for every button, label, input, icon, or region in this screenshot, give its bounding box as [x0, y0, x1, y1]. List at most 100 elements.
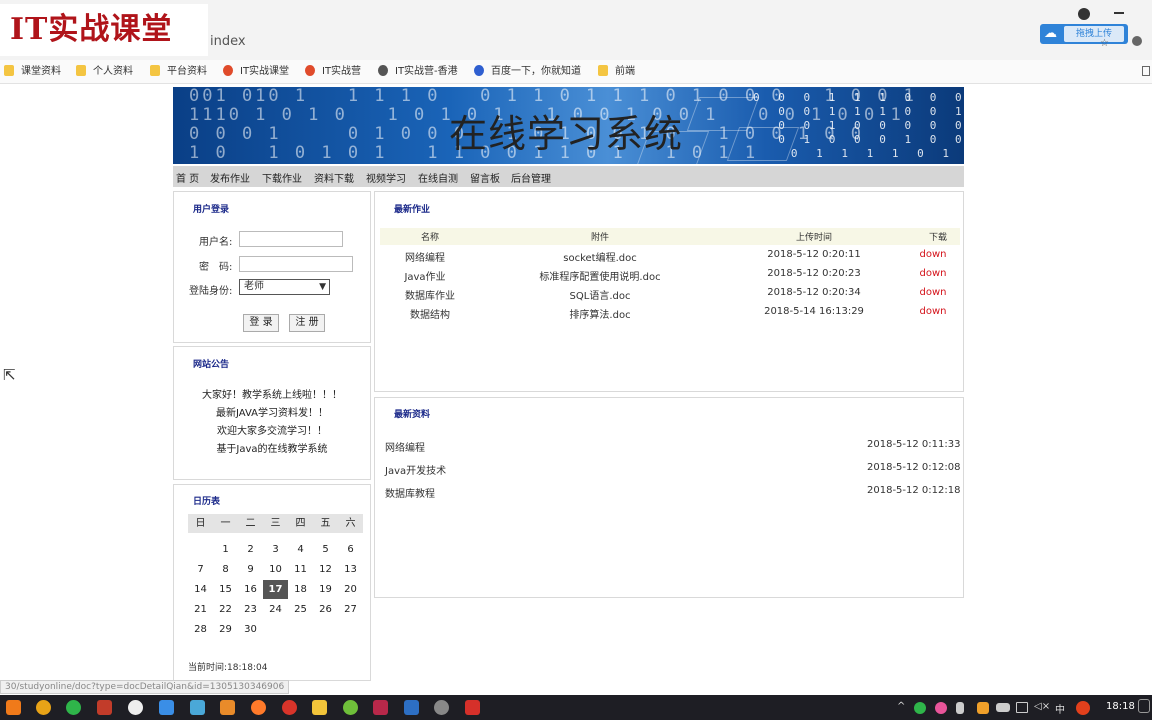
login-button[interactable]: 登 录: [243, 314, 279, 332]
calendar-day[interactable]: 7: [188, 560, 213, 579]
app-icon[interactable]: [343, 700, 358, 715]
homework-file-link[interactable]: socket编程.doc: [510, 249, 690, 264]
username-input[interactable]: [239, 231, 343, 247]
sogou-icon[interactable]: [1076, 701, 1090, 715]
calendar-day[interactable]: 11: [288, 560, 313, 579]
calendar-day[interactable]: 29: [213, 620, 238, 639]
mouse-cursor-icon: ⇱: [3, 366, 16, 384]
app-icon[interactable]: [97, 700, 112, 715]
bookmark-item[interactable]: 平台资料: [150, 64, 207, 80]
window-menu-icon[interactable]: [1078, 8, 1090, 20]
app-icon[interactable]: [373, 700, 388, 715]
download-link[interactable]: down: [913, 287, 953, 298]
calendar-day[interactable]: 4: [288, 540, 313, 559]
material-link[interactable]: Java开发技术: [385, 462, 446, 477]
nav-message-board[interactable]: 留言板: [470, 170, 500, 185]
minimize-icon[interactable]: [1114, 12, 1124, 14]
calendar-day[interactable]: 23: [238, 600, 263, 619]
bookmark-item[interactable]: 课堂资料: [4, 64, 61, 80]
nav-download-homework[interactable]: 下载作业: [262, 170, 302, 185]
wechat-icon[interactable]: [66, 700, 81, 715]
weekday-label: 日: [195, 518, 206, 529]
app-icon[interactable]: [159, 700, 174, 715]
calendar-day[interactable]: 25: [288, 600, 313, 619]
bookmark-item[interactable]: 百度一下，你就知道: [474, 64, 581, 80]
notification-icon[interactable]: [1138, 699, 1150, 713]
calendar-day[interactable]: 12: [313, 560, 338, 579]
microphone-icon[interactable]: [956, 702, 964, 714]
nav-materials[interactable]: 资料下载: [314, 170, 354, 185]
register-button[interactable]: 注 册: [289, 314, 325, 332]
bookmark-item[interactable]: 前端: [598, 64, 635, 80]
nav-self-test[interactable]: 在线自测: [418, 170, 458, 185]
nav-home[interactable]: 首 页: [176, 170, 199, 185]
calendar-day[interactable]: 6: [338, 540, 363, 559]
calendar-day[interactable]: 8: [213, 560, 238, 579]
wechat-tray-icon[interactable]: [914, 702, 926, 714]
bookmark-star-icon[interactable]: ☆: [1100, 38, 1109, 49]
homework-file-link[interactable]: SQL语言.doc: [510, 287, 690, 302]
calendar-day[interactable]: 2: [238, 540, 263, 559]
calendar-day[interactable]: 18: [288, 580, 313, 599]
tray-app-icon[interactable]: [977, 702, 989, 714]
calendar-day[interactable]: 19: [313, 580, 338, 599]
app-icon[interactable]: [404, 700, 419, 715]
taskbar-clock[interactable]: 18:18: [1106, 701, 1135, 712]
role-select[interactable]: 老师 ▼: [239, 279, 330, 295]
volume-icon[interactable]: ◁×: [1034, 701, 1050, 712]
tray-chevron-up-icon[interactable]: ^: [897, 701, 905, 712]
password-input[interactable]: [239, 256, 353, 272]
calendar-day[interactable]: 24: [263, 600, 288, 619]
app-icon[interactable]: [190, 700, 205, 715]
settings-icon[interactable]: [434, 700, 449, 715]
calendar-day-today[interactable]: 17: [263, 580, 288, 599]
calendar-day[interactable]: 26: [313, 600, 338, 619]
chat-icon[interactable]: [128, 700, 143, 715]
network-icon[interactable]: [1016, 702, 1028, 713]
bookmark-item[interactable]: IT实战营: [305, 64, 361, 80]
homework-file-link[interactable]: 标准程序配置使用说明.doc: [510, 268, 690, 283]
app-icon[interactable]: [220, 700, 235, 715]
upload-widget[interactable]: ☁ 拖拽上传: [1040, 24, 1128, 44]
material-link[interactable]: 网络编程: [385, 439, 425, 454]
calendar-day[interactable]: 30: [238, 620, 263, 639]
calendar-day[interactable]: 16: [238, 580, 263, 599]
address-bar-url[interactable]: index: [210, 34, 246, 49]
calendar-day[interactable]: 28: [188, 620, 213, 639]
nav-video[interactable]: 视频学习: [366, 170, 406, 185]
folder-icon[interactable]: [312, 700, 327, 715]
reading-list-icon[interactable]: [1142, 66, 1150, 76]
calendar-day[interactable]: 5: [313, 540, 338, 559]
bookmark-item[interactable]: IT实战课堂: [223, 64, 289, 80]
calendar-day[interactable]: 14: [188, 580, 213, 599]
bookmark-item[interactable]: 个人资料: [76, 64, 133, 80]
material-link[interactable]: 数据库教程: [385, 485, 435, 500]
calendar-day[interactable]: 10: [263, 560, 288, 579]
bookmark-item[interactable]: IT实战营-香港: [378, 64, 458, 80]
nav-publish-homework[interactable]: 发布作业: [210, 170, 250, 185]
calendar-day[interactable]: 13: [338, 560, 363, 579]
calendar-day[interactable]: 27: [338, 600, 363, 619]
nav-admin[interactable]: 后台管理: [511, 170, 551, 185]
calendar-day[interactable]: 20: [338, 580, 363, 599]
ime-indicator[interactable]: 中: [1055, 701, 1065, 716]
current-time: 当前时间:18:18:04: [188, 663, 268, 673]
download-link[interactable]: down: [913, 249, 953, 260]
firefox-icon[interactable]: [251, 700, 266, 715]
wps-icon[interactable]: [465, 700, 480, 715]
battery-icon[interactable]: [996, 703, 1010, 712]
download-link[interactable]: down: [913, 268, 953, 279]
calendar-day[interactable]: 1: [213, 540, 238, 559]
app-icon[interactable]: [282, 700, 297, 715]
tray-app-icon[interactable]: [935, 702, 947, 714]
start-icon[interactable]: [6, 700, 21, 715]
calendar-day[interactable]: 9: [238, 560, 263, 579]
calendar-day[interactable]: 3: [263, 540, 288, 559]
calendar-day[interactable]: 22: [213, 600, 238, 619]
user-avatar-icon[interactable]: [1132, 36, 1142, 46]
calendar-day[interactable]: 21: [188, 600, 213, 619]
calendar-day[interactable]: 15: [213, 580, 238, 599]
chrome-icon[interactable]: [36, 700, 51, 715]
homework-file-link[interactable]: 排序算法.doc: [510, 306, 690, 321]
download-link[interactable]: down: [913, 306, 953, 317]
